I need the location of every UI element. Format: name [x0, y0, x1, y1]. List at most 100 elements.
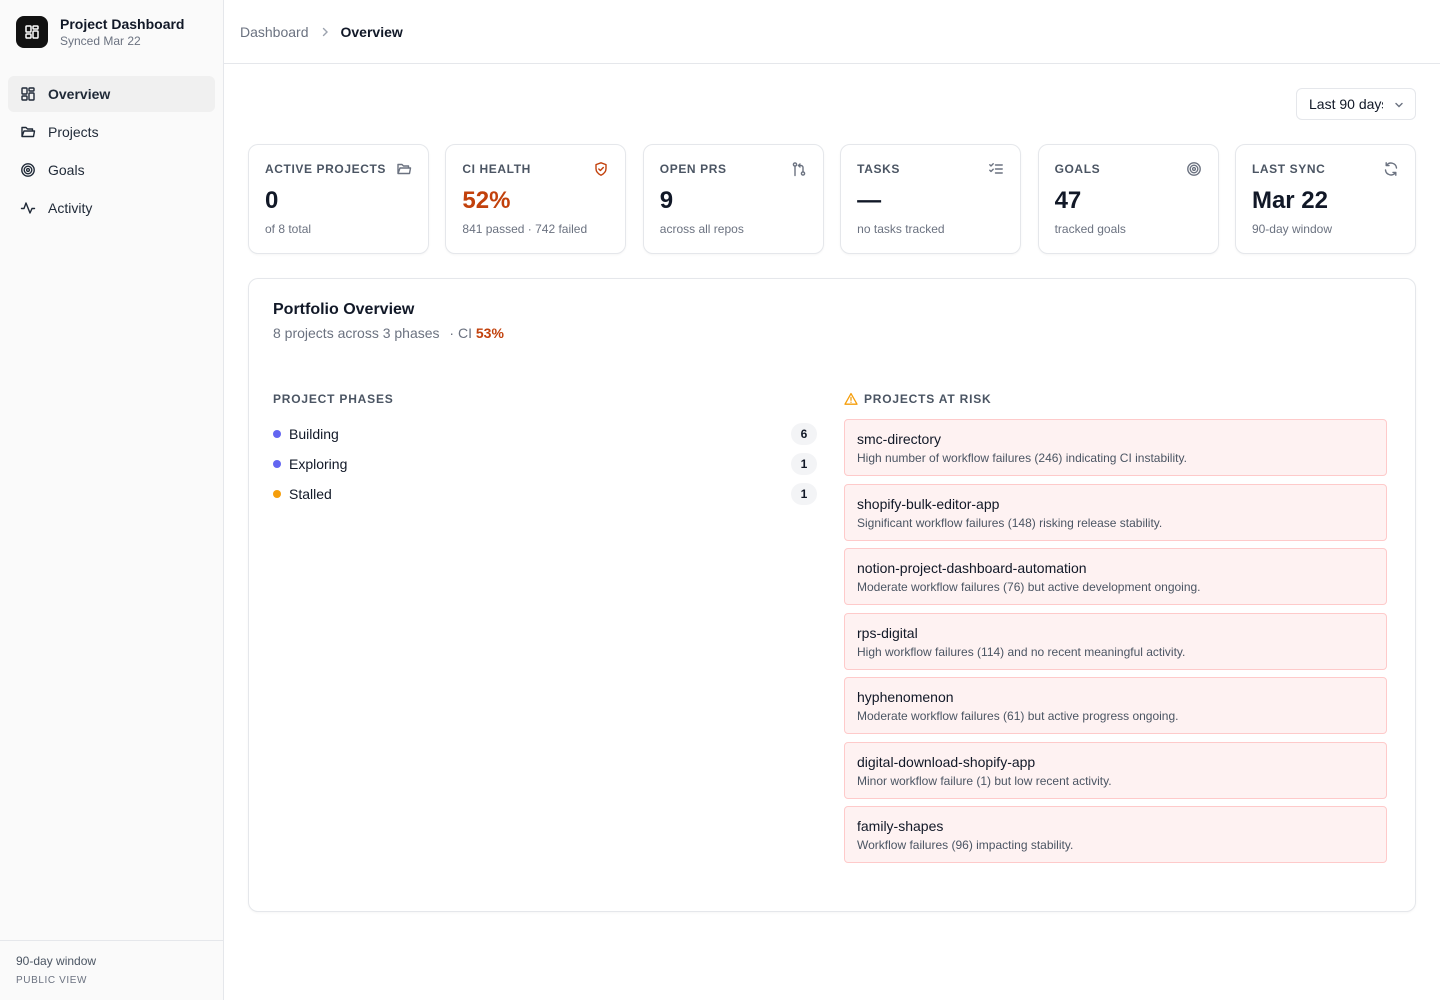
phase-row: Stalled 1 [273, 479, 817, 509]
phases-heading: PROJECT PHASES [273, 392, 394, 406]
risk-card[interactable]: digital-download-shopify-app Minor workf… [844, 741, 1387, 799]
risk-card[interactable]: hyphenomenon Moderate workflow failures … [844, 677, 1387, 734]
projects-at-risk: PROJECTS AT RISK smc-directory High numb… [844, 391, 1387, 871]
risk-card[interactable]: shopify-bulk-editor-app Significant work… [844, 483, 1387, 541]
kpi-card-ci-health: CI HEALTH 52% 841 passed · 742 failed [445, 144, 627, 254]
risk-description: High number of workflow failures (246) i… [857, 451, 1187, 465]
phase-name: Building [289, 426, 339, 442]
kpi-label: TASKS [857, 162, 900, 176]
risk-description: Minor workflow failure (1) but low recen… [857, 773, 1112, 788]
project-phases: PROJECT PHASES Building 6 Exploring 1 St… [273, 391, 817, 509]
phase-list: Building 6 Exploring 1 Stalled 1 [273, 419, 817, 509]
kpi-sub: across all repos [659, 222, 744, 236]
phase-dot [273, 460, 281, 468]
kpi-value: 52% [462, 187, 511, 214]
phase-name: Stalled [289, 486, 332, 502]
list-checks-icon [988, 161, 1004, 177]
git-pull-request-icon [791, 161, 807, 177]
kpi-card-last-sync: LAST SYNC Mar 22 90-day window [1234, 144, 1416, 254]
kpi-card-tasks: TASKS — no tasks tracked [840, 144, 1022, 254]
ci-value: 53% [475, 325, 504, 341]
breadcrumb-current: Overview [340, 23, 403, 40]
main-content: Last 90 days ACTIVE PROJECTS 0 of 8 tota… [224, 64, 1440, 1000]
window-label: 90-day window [16, 954, 97, 968]
phase-count-badge: 1 [791, 453, 817, 475]
layout-grid-icon [20, 86, 36, 102]
risk-card[interactable]: notion-project-dashboard-automation Mode… [844, 548, 1387, 605]
risk-description: Moderate workflow failures (61) but acti… [857, 709, 1179, 723]
sidebar-item-label: Overview [48, 86, 111, 102]
activity-icon [20, 200, 36, 216]
risk-list: smc-directory High number of workflow fa… [844, 419, 1387, 863]
phase-count-badge: 1 [791, 483, 817, 505]
sidebar-item-projects[interactable]: Projects [8, 114, 215, 150]
chevron-right-icon [319, 26, 331, 38]
sidebar: Project Dashboard Synced Mar 22 Overview [0, 0, 224, 1000]
visibility-label: PUBLIC VIEW [16, 975, 88, 986]
risk-card[interactable]: rps-digital High workflow failures (114)… [844, 612, 1387, 670]
folder-icon [396, 161, 412, 177]
kpi-sub: tracked goals [1054, 222, 1126, 236]
kpi-sub: no tasks tracked [857, 222, 945, 236]
kpi-value: — [857, 187, 882, 214]
sidebar-item-label: Projects [48, 124, 99, 140]
risk-description: High workflow failures (114) and no rece… [857, 644, 1186, 659]
kpi-card-open-prs: OPEN PRS 9 across all repos [642, 144, 824, 254]
target-icon [20, 162, 36, 178]
panel-subtitle: 8 projects across 3 phases · CI 53% [273, 325, 504, 341]
brand-title: Project Dashboard [60, 16, 185, 32]
phase-dot [273, 430, 281, 438]
phase-dot [273, 490, 281, 498]
date-range-value: Last 90 days [1309, 96, 1383, 112]
risk-project-name: shopify-bulk-editor-app [857, 495, 1000, 512]
risks-heading-label: PROJECTS AT RISK [864, 392, 992, 406]
topbar: Dashboard Overview [224, 0, 1440, 64]
risk-project-name: digital-download-shopify-app [857, 753, 1036, 770]
alert-triangle-icon [844, 392, 858, 406]
dashboard-logo-icon [16, 16, 48, 48]
phase-row: Building 6 [273, 419, 817, 449]
sidebar-item-goals[interactable]: Goals [8, 152, 215, 188]
brand-sync-status: Synced Mar 22 [60, 34, 141, 48]
brand[interactable]: Project Dashboard Synced Mar 22 [0, 0, 223, 64]
risk-project-name: smc-directory [857, 431, 942, 447]
phase-count-badge: 6 [791, 423, 817, 445]
ci-prefix: · CI [449, 325, 472, 341]
sidebar-item-label: Goals [48, 162, 85, 178]
kpi-value: 0 [265, 187, 279, 214]
sidebar-item-overview[interactable]: Overview [8, 76, 215, 112]
risk-card[interactable]: family-shapes Workflow failures (96) imp… [844, 806, 1387, 863]
kpi-value: Mar 22 [1251, 187, 1328, 214]
risk-project-name: family-shapes [857, 818, 944, 834]
breadcrumb: Dashboard Overview [240, 24, 403, 40]
kpi-label: CI HEALTH [462, 162, 531, 176]
sidebar-item-label: Activity [48, 200, 93, 216]
kpi-label: ACTIVE PROJECTS [265, 162, 387, 176]
risk-description: Significant workflow failures (148) risk… [857, 515, 1163, 530]
kpi-label: LAST SYNC [1251, 162, 1326, 176]
kpi-value: 47 [1054, 187, 1082, 214]
breadcrumb-dashboard-link[interactable]: Dashboard [240, 24, 309, 40]
kpi-label: GOALS [1054, 162, 1101, 176]
phase-row: Exploring 1 [273, 449, 817, 479]
kpi-row: ACTIVE PROJECTS 0 of 8 total CI HEALTH 5… [248, 144, 1416, 254]
kpi-sub: of 8 total [265, 222, 312, 236]
portfolio-summary: 8 projects across 3 phases [273, 325, 440, 341]
risk-description: Workflow failures (96) impacting stabili… [857, 838, 1074, 852]
kpi-card-goals: GOALS 47 tracked goals [1037, 144, 1219, 254]
folder-icon [20, 124, 36, 140]
shield-check-icon [593, 161, 609, 177]
target-icon [1186, 161, 1202, 177]
risk-project-name: rps-digital [857, 624, 918, 641]
kpi-sub: 841 passed · 742 failed [462, 222, 588, 236]
chevron-down-icon [1393, 98, 1405, 114]
sidebar-item-activity[interactable]: Activity [8, 190, 215, 226]
kpi-card-active-projects: ACTIVE PROJECTS 0 of 8 total [248, 144, 429, 254]
risk-card[interactable]: smc-directory High number of workflow fa… [844, 419, 1387, 476]
kpi-value: 9 [659, 187, 674, 214]
panel-title: Portfolio Overview [273, 301, 415, 318]
kpi-label: OPEN PRS [659, 162, 727, 176]
risks-heading: PROJECTS AT RISK [844, 391, 1387, 407]
phase-name: Exploring [289, 456, 348, 472]
date-range-select[interactable]: Last 90 days [1296, 88, 1416, 120]
